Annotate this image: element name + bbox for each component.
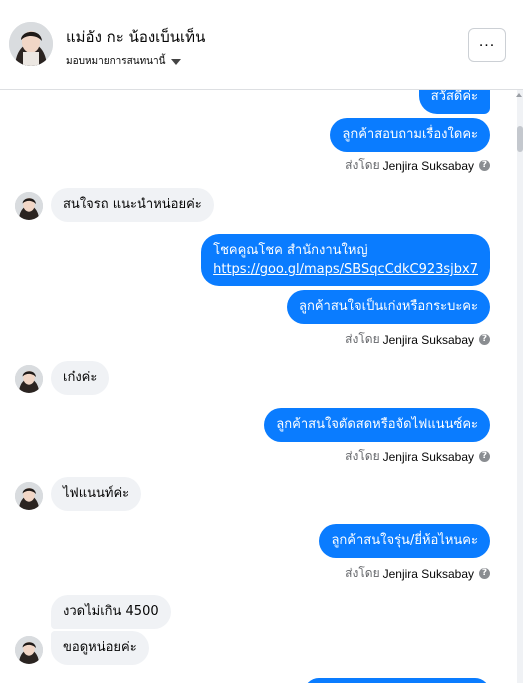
contact-name: แม่อัง กะ น้องเบ็นเท็น xyxy=(66,28,206,46)
help-icon[interactable]: ? xyxy=(479,160,490,171)
incoming-message: ขอดูหน่อยค่ะ xyxy=(51,631,149,665)
assign-conversation-dropdown[interactable]: มอบหมายการสนทนานี้ xyxy=(66,54,182,69)
caret-down-icon xyxy=(171,58,182,65)
sent-by-label: ส่งโดย Jenjira Suksabay ? xyxy=(345,447,490,466)
contact-avatar-small[interactable] xyxy=(15,192,43,220)
outgoing-message: ลูกค้าสอบถามเรื่องใดคะ xyxy=(330,118,490,152)
incoming-message: เก๋งค่ะ xyxy=(51,361,110,395)
more-options-button[interactable]: ... xyxy=(468,28,506,62)
help-icon[interactable]: ? xyxy=(479,568,490,579)
contact-avatar-small[interactable] xyxy=(15,636,43,664)
map-link[interactable]: https://goo.gl/maps/SBSqcCdkC923sjbx7 xyxy=(213,262,478,277)
message-list: สวัสดีค่ะ ลูกค้าสอบถามเรื่องใดคะ ส่งโดย … xyxy=(0,90,523,683)
contact-avatar-small[interactable] xyxy=(15,482,43,510)
incoming-message: ไฟแนนท์ค่ะ xyxy=(51,477,142,511)
outgoing-message: ลูกค้าสนใจเป็นเก่งหรือกระบะคะ xyxy=(287,290,490,324)
message-text: โชคคูณโชค สำนักงานใหญ่ xyxy=(213,243,368,258)
outgoing-message: ลูกค้าสนใจตัดสดหรือจัดไฟแนนซ์คะ xyxy=(264,408,490,442)
contact-avatar-small[interactable] xyxy=(15,365,43,393)
outgoing-message-partial xyxy=(304,678,490,683)
sent-by-label: ส่งโดย Jenjira Suksabay ? xyxy=(345,564,490,583)
sent-by-label: ส่งโดย Jenjira Suksabay ? xyxy=(345,156,490,175)
assign-label: มอบหมายการสนทนานี้ xyxy=(66,56,166,67)
conversation-header: แม่อัง กะ น้องเบ็นเท็น มอบหมายการสนทนานี… xyxy=(0,0,523,90)
outgoing-message: สวัสดีค่ะ xyxy=(418,90,490,114)
outgoing-message: ลูกค้าสนใจรุ่น/ยี่ห้อไหนคะ xyxy=(319,524,490,558)
help-icon[interactable]: ? xyxy=(479,451,490,462)
sent-by-label: ส่งโดย Jenjira Suksabay ? xyxy=(345,330,490,349)
more-icon: ... xyxy=(478,33,496,50)
contact-avatar[interactable] xyxy=(9,22,53,66)
incoming-message: งวดไม่เกิน 4500 xyxy=(51,595,171,629)
help-icon[interactable]: ? xyxy=(479,334,490,345)
incoming-message: สนใจรถ แนะนำหน่อยค่ะ xyxy=(51,188,214,222)
outgoing-message: โชคคูณโชค สำนักงานใหญ่ https://goo.gl/ma… xyxy=(201,234,490,286)
